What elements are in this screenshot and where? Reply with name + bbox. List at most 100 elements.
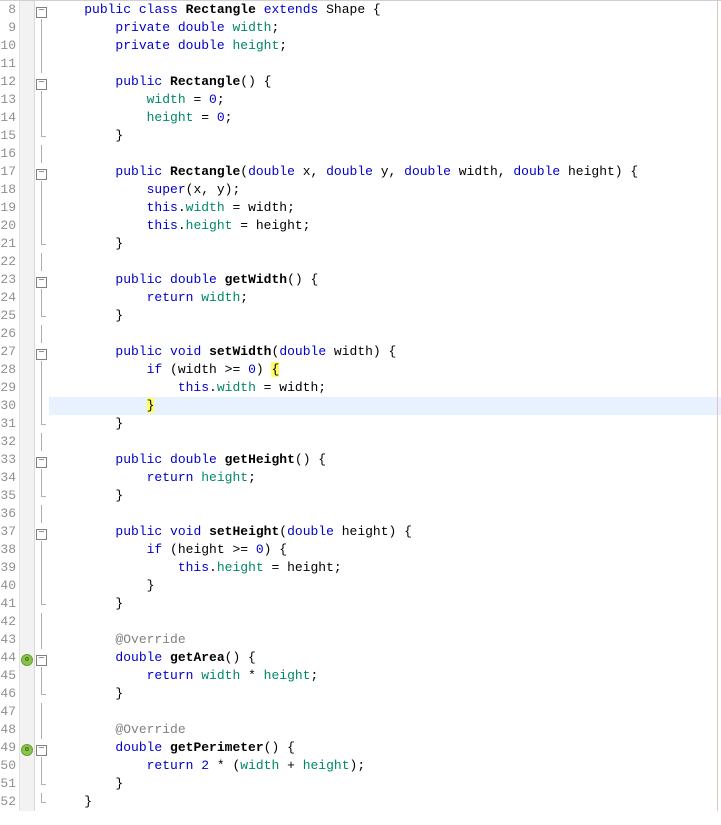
code-token — [178, 2, 186, 17]
code-line[interactable]: return width; — [49, 289, 721, 307]
code-line[interactable]: this.width = width; — [49, 379, 721, 397]
code-line[interactable]: width = 0; — [49, 91, 721, 109]
code-line[interactable]: public Rectangle() { — [49, 73, 721, 91]
code-line[interactable] — [49, 325, 721, 343]
code-line[interactable]: } — [49, 577, 721, 595]
code-token: y, — [373, 164, 404, 179]
code-token — [53, 74, 115, 89]
code-token — [53, 452, 115, 467]
code-token — [53, 362, 147, 377]
code-line[interactable]: double getArea() { — [49, 649, 721, 667]
fold-end — [41, 595, 42, 604]
code-token: Shape { — [318, 2, 380, 17]
code-line[interactable]: return width * height; — [49, 667, 721, 685]
code-line[interactable] — [49, 613, 721, 631]
code-line[interactable]: } — [49, 685, 721, 703]
code-line[interactable]: this.height = height; — [49, 217, 721, 235]
code-token — [53, 290, 147, 305]
code-line[interactable]: } — [49, 127, 721, 145]
line-number: 44 — [0, 649, 16, 667]
line-number: 41 — [0, 595, 16, 613]
code-line[interactable]: public double getHeight() { — [49, 451, 721, 469]
fold-collapse-icon[interactable]: − — [36, 745, 47, 756]
code-token: return — [147, 668, 194, 683]
code-line[interactable]: this.height = height; — [49, 559, 721, 577]
code-line[interactable]: } — [49, 793, 721, 811]
code-line[interactable] — [49, 55, 721, 73]
fold-cell — [35, 793, 49, 811]
code-line[interactable]: if (height >= 0) { — [49, 541, 721, 559]
code-token: } — [53, 236, 123, 251]
code-token: this — [147, 218, 178, 233]
fold-cell — [35, 253, 49, 271]
fold-cell[interactable]: − — [35, 73, 49, 91]
glyph-cell — [20, 289, 34, 307]
fold-cell[interactable]: − — [35, 649, 49, 667]
code-line[interactable]: public void setHeight(double height) { — [49, 523, 721, 541]
code-line[interactable]: } — [49, 397, 721, 415]
fold-collapse-icon[interactable]: − — [36, 529, 47, 540]
code-line[interactable]: @Override — [49, 721, 721, 739]
code-line[interactable]: private double height; — [49, 37, 721, 55]
code-line[interactable]: return 2 * (width + height); — [49, 757, 721, 775]
line-number: 45 — [0, 667, 16, 685]
glyph-cell — [20, 343, 34, 361]
code-line[interactable]: public class Rectangle extends Shape { — [49, 1, 721, 19]
fold-cell[interactable]: − — [35, 451, 49, 469]
code-line[interactable]: } — [49, 415, 721, 433]
code-line[interactable]: if (width >= 0) { — [49, 361, 721, 379]
code-line[interactable]: super(x, y); — [49, 181, 721, 199]
fold-collapse-icon[interactable]: − — [36, 7, 47, 18]
code-line[interactable]: } — [49, 487, 721, 505]
fold-collapse-icon[interactable]: − — [36, 349, 47, 360]
fold-collapse-icon[interactable]: − — [36, 277, 47, 288]
code-line[interactable]: } — [49, 307, 721, 325]
fold-guide — [41, 91, 42, 109]
line-number: 35 — [0, 487, 16, 505]
fold-gutter[interactable]: − − − − − − − − − — [35, 1, 49, 811]
code-token: } — [53, 128, 123, 143]
code-token — [53, 92, 147, 107]
code-area[interactable]: public class Rectangle extends Shape { p… — [49, 1, 721, 811]
code-editor[interactable]: 8910111213141516171819202122232425262728… — [0, 0, 721, 811]
fold-cell[interactable]: − — [35, 343, 49, 361]
code-line[interactable] — [49, 145, 721, 163]
code-line[interactable]: public void setWidth(double width) { — [49, 343, 721, 361]
line-number: 38 — [0, 541, 16, 559]
code-line[interactable]: height = 0; — [49, 109, 721, 127]
code-token: 0 — [248, 362, 256, 377]
code-token: } — [53, 308, 123, 323]
code-line[interactable]: } — [49, 595, 721, 613]
fold-collapse-icon[interactable]: − — [36, 79, 47, 90]
code-line[interactable] — [49, 433, 721, 451]
override-icon[interactable]: o — [21, 744, 33, 756]
code-line[interactable]: private double width; — [49, 19, 721, 37]
code-line[interactable]: public Rectangle(double x, double y, dou… — [49, 163, 721, 181]
code-line[interactable]: return height; — [49, 469, 721, 487]
fold-cell[interactable]: − — [35, 523, 49, 541]
code-line[interactable] — [49, 505, 721, 523]
fold-collapse-icon[interactable]: − — [36, 169, 47, 180]
code-line[interactable]: public double getWidth() { — [49, 271, 721, 289]
code-token: height) { — [560, 164, 638, 179]
code-line[interactable] — [49, 253, 721, 271]
fold-cell[interactable]: − — [35, 163, 49, 181]
code-token: width — [240, 758, 279, 773]
fold-cell[interactable]: − — [35, 1, 49, 19]
code-line[interactable]: } — [49, 235, 721, 253]
code-line[interactable]: double getPerimeter() { — [49, 739, 721, 757]
code-token — [162, 740, 170, 755]
code-line[interactable]: this.width = width; — [49, 199, 721, 217]
code-line[interactable]: @Override — [49, 631, 721, 649]
code-token: } — [147, 398, 155, 413]
fold-collapse-icon[interactable]: − — [36, 655, 47, 666]
fold-cell[interactable]: − — [35, 271, 49, 289]
fold-collapse-icon[interactable]: − — [36, 457, 47, 468]
code-token: if — [147, 542, 163, 557]
override-icon[interactable]: o — [21, 654, 33, 666]
code-line[interactable]: } — [49, 775, 721, 793]
code-line[interactable] — [49, 703, 721, 721]
fold-end — [41, 685, 42, 694]
code-token: width) { — [326, 344, 396, 359]
fold-cell[interactable]: − — [35, 739, 49, 757]
